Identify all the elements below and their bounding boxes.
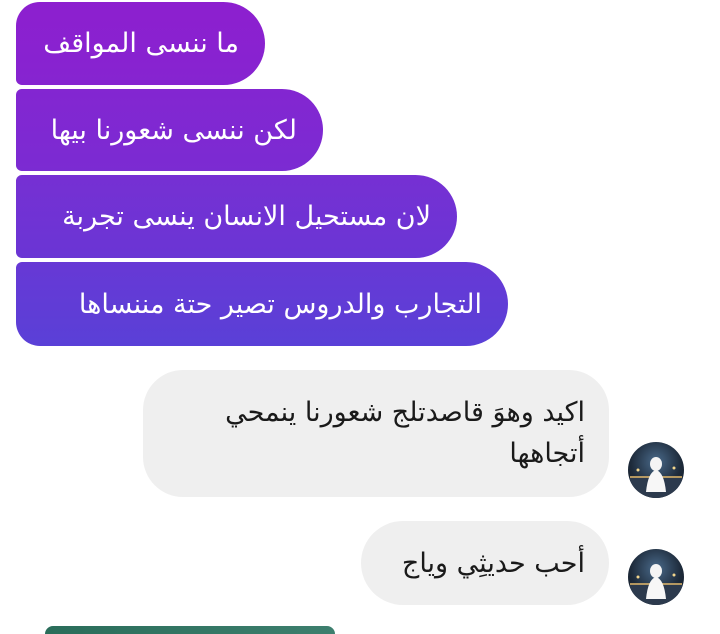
partial-message-bubble (45, 626, 335, 634)
message-text-line: اكيد وهوَ قاصدتلج شعورنا ينمحي (225, 397, 585, 428)
message-text: لكن ننسى شعورنا بيها (50, 114, 297, 146)
message-text: لان مستحيل الانسان ينسى تجربة (62, 201, 431, 232)
message-text: أحب حديثِي وياج (401, 547, 585, 579)
user-avatar[interactable] (628, 549, 684, 605)
user-avatar-icon (628, 564, 684, 605)
sent-message-bubble[interactable]: لكن ننسى شعورنا بيها (16, 89, 323, 171)
sent-message-bubble[interactable]: ما ننسى المواقف (16, 2, 265, 85)
received-message-bubble[interactable]: أحب حديثِي وياج (361, 521, 609, 605)
user-avatar[interactable] (628, 442, 684, 498)
message-text: التجارب والدروس تصير حتة مننساها (78, 288, 482, 320)
message-text: ما ننسى المواقف (43, 28, 239, 59)
sent-message-bubble[interactable]: التجارب والدروس تصير حتة مننساها (16, 262, 508, 346)
message-text-line: أتجاهها (509, 438, 585, 469)
received-message-bubble[interactable]: اكيد وهوَ قاصدتلج شعورنا ينمحي أتجاهها (143, 370, 609, 497)
sent-message-bubble[interactable]: لان مستحيل الانسان ينسى تجربة (16, 175, 457, 258)
user-avatar-icon (628, 457, 684, 498)
